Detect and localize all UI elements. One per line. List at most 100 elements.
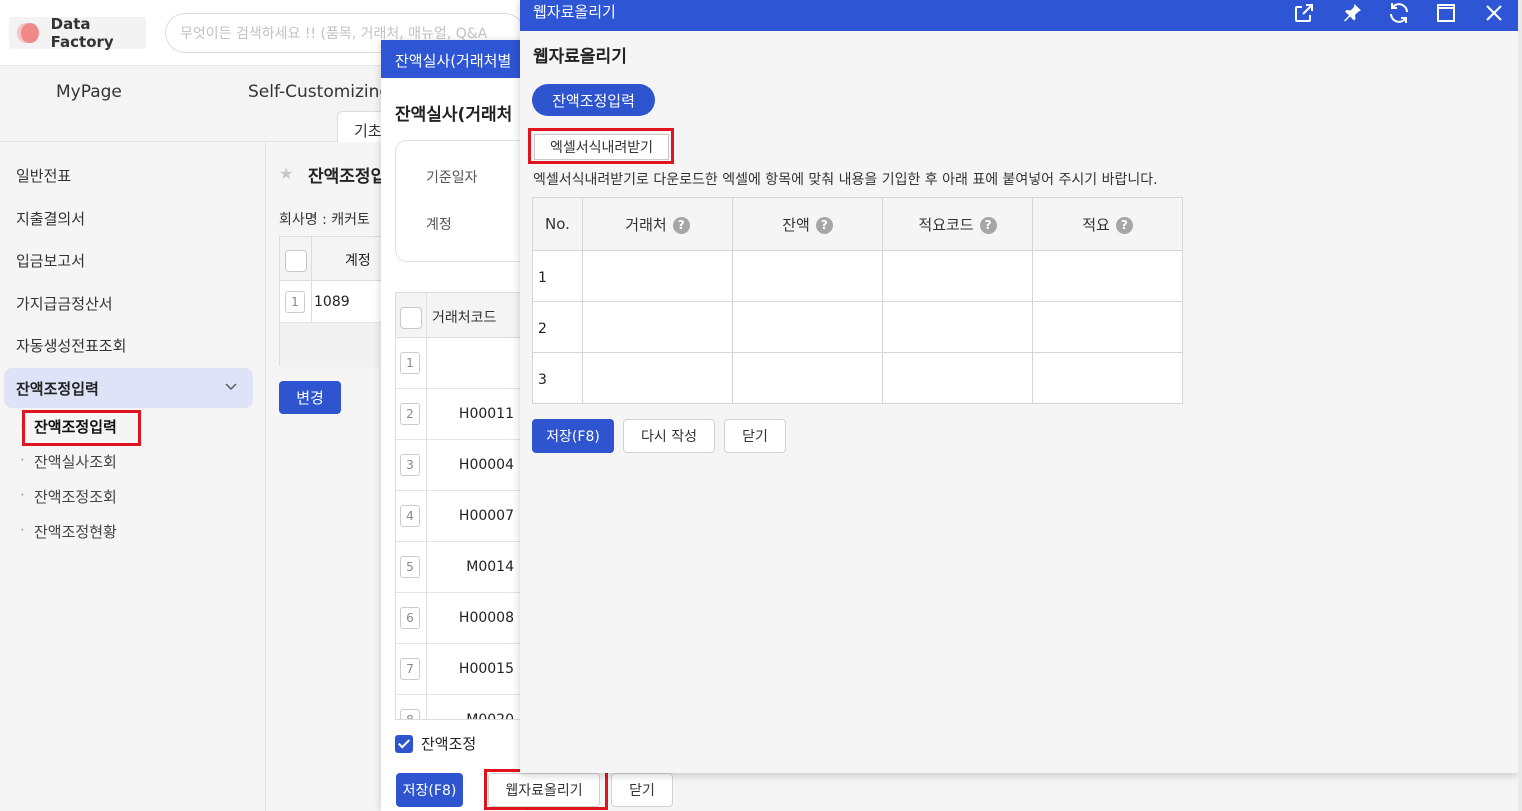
balance-cell[interactable] bbox=[732, 352, 883, 404]
account-code: 1089 bbox=[314, 294, 350, 310]
refresh-icon[interactable] bbox=[1387, 1, 1411, 25]
change-button[interactable]: 변경 bbox=[279, 381, 341, 414]
vendor-cell[interactable] bbox=[582, 250, 733, 302]
balance-adjust-checkbox[interactable] bbox=[395, 734, 413, 753]
table-row: 2 bbox=[532, 301, 1183, 353]
menu-item-mypage[interactable]: MyPage bbox=[56, 82, 122, 102]
help-icon[interactable]: ? bbox=[1115, 216, 1133, 234]
row-number: 4 bbox=[400, 505, 420, 527]
summary-cell[interactable] bbox=[1032, 352, 1183, 404]
row-number: 1 bbox=[400, 352, 420, 374]
popup-header: 웹자료올리기 bbox=[520, 0, 1518, 31]
row-number: 1 bbox=[532, 250, 583, 302]
vendor-grid: 거래처코드 1 2 H00011 3 H00004 4 H00007 5 M0014 6… bbox=[395, 292, 526, 720]
vendor-code: H00008 bbox=[458, 610, 514, 626]
favorite-star-icon[interactable]: ★ bbox=[279, 164, 293, 183]
sidebar-group-label: 잔액조정입력 bbox=[16, 380, 99, 398]
sidebar-sub-label: 잔액조정조회 bbox=[34, 488, 117, 506]
balance-cell[interactable] bbox=[732, 250, 883, 302]
vendor-code: M0014 bbox=[466, 559, 514, 575]
filter-label-date: 기준일자 bbox=[426, 170, 478, 186]
filter-label-account: 계정 bbox=[426, 217, 452, 233]
table-row[interactable]: 6 H00008 bbox=[396, 593, 525, 644]
row-number: 5 bbox=[400, 556, 420, 578]
row-number: 7 bbox=[400, 658, 420, 680]
table-row[interactable]: 8 M0020 bbox=[396, 695, 525, 719]
table-row: 3 bbox=[532, 352, 1183, 404]
close-icon[interactable] bbox=[1482, 1, 1506, 25]
filter-panel: 기준일자 계정 bbox=[395, 140, 535, 262]
balance-adjust-checkbox-label: 잔액조정 bbox=[421, 735, 477, 753]
select-all-checkbox[interactable] bbox=[285, 250, 307, 272]
sidebar-sub-balance-status[interactable]: 잔액조정현황 bbox=[20, 521, 117, 542]
close-button[interactable]: 닫기 bbox=[611, 773, 673, 807]
logo-text: Data Factory bbox=[50, 15, 114, 51]
table-row[interactable]: 3 H00004 bbox=[396, 440, 525, 491]
summary-code-cell[interactable] bbox=[882, 250, 1033, 302]
sidebar-sub-label: 잔액조정현황 bbox=[34, 523, 117, 541]
pin-icon[interactable] bbox=[1340, 1, 1364, 25]
app-logo[interactable]: Data Factory bbox=[9, 15, 146, 51]
popup-header-title: 웹자료올리기 bbox=[533, 3, 616, 21]
column-header-summary: 적요? bbox=[1032, 197, 1183, 251]
column-header-label: 거래처 bbox=[625, 215, 667, 234]
menu-item-self-customizing[interactable]: Self-Customizing bbox=[248, 82, 390, 102]
column-header-summary-code: 적요코드? bbox=[882, 197, 1033, 251]
popup-header: 잔액실사(거래처별 bbox=[381, 40, 526, 78]
table-row[interactable]: 5 M0014 bbox=[396, 542, 525, 593]
help-icon[interactable]: ? bbox=[815, 216, 833, 234]
sidebar-item-general-voucher[interactable]: 일반전표 bbox=[16, 165, 71, 186]
highlight-box-excel-button bbox=[528, 128, 674, 164]
popup-title: 잔액실사(거래처 bbox=[395, 105, 513, 125]
balance-check-popup: 잔액실사(거래처별 잔액실사(거래처 기준일자 계정 거래처코드 1 2 H000… bbox=[381, 40, 535, 811]
table-row[interactable]: 7 H00015 bbox=[396, 644, 525, 695]
select-all-checkbox[interactable] bbox=[400, 307, 422, 329]
summary-code-cell[interactable] bbox=[882, 301, 1033, 353]
sidebar-sub-balance-adjust-query[interactable]: 잔액조정조회 bbox=[20, 486, 117, 507]
vendor-code: H00004 bbox=[458, 457, 514, 473]
summary-cell[interactable] bbox=[1032, 301, 1183, 353]
sidebar-item-advance-settlement[interactable]: 가지급금정산서 bbox=[16, 293, 113, 314]
close-button[interactable]: 닫기 bbox=[724, 419, 786, 453]
sidebar-item-deposit-report[interactable]: 입금보고서 bbox=[16, 250, 85, 271]
row-number: 2 bbox=[400, 403, 420, 425]
sidebar-item-expense-report[interactable]: 지출결의서 bbox=[16, 208, 85, 229]
summary-cell[interactable] bbox=[1032, 250, 1183, 302]
chevron-down-icon bbox=[225, 383, 237, 390]
column-header-balance: 잔액? bbox=[732, 197, 883, 251]
upload-data-table: No. 거래처? 잔액? 적요코드? 적요? 1 2 3 bbox=[532, 197, 1183, 404]
table-row[interactable]: 4 H00007 bbox=[396, 491, 525, 542]
sidebar-sub-label: 잔액실사조회 bbox=[34, 453, 117, 471]
maximize-icon[interactable] bbox=[1434, 1, 1458, 25]
vendor-cell[interactable] bbox=[582, 352, 733, 404]
vendor-code: H00011 bbox=[458, 406, 514, 422]
rewrite-button[interactable]: 다시 작성 bbox=[623, 419, 715, 453]
row-number: 3 bbox=[400, 454, 420, 476]
save-button[interactable]: 저장(F8) bbox=[532, 419, 614, 453]
vendor-code: H00007 bbox=[458, 508, 514, 524]
balance-adjust-checkbox-row[interactable]: 잔액조정 bbox=[395, 733, 476, 754]
vendor-cell[interactable] bbox=[582, 301, 733, 353]
highlight-box-sidebar bbox=[22, 410, 141, 446]
vendor-code-column-header: 거래처코드 bbox=[432, 310, 497, 326]
balance-adjust-tab-pill[interactable]: 잔액조정입력 bbox=[532, 84, 655, 116]
help-icon[interactable]: ? bbox=[672, 216, 690, 234]
sidebar-item-auto-voucher[interactable]: 자동생성전표조회 bbox=[16, 335, 126, 356]
table-header-row: No. 거래처? 잔액? 적요코드? 적요? bbox=[532, 197, 1183, 251]
row-number: 2 bbox=[532, 301, 583, 353]
external-link-icon[interactable] bbox=[1292, 1, 1316, 25]
table-row[interactable]: 1 bbox=[396, 338, 525, 389]
column-header-label: 잔액 bbox=[782, 215, 810, 234]
sidebar-group-balance-adjust[interactable]: 잔액조정입력 bbox=[4, 368, 253, 408]
table-row[interactable]: 2 H00011 bbox=[396, 389, 525, 440]
column-header-label: 적요 bbox=[1082, 215, 1110, 234]
table-row: 1 bbox=[532, 250, 1183, 302]
help-icon[interactable]: ? bbox=[979, 216, 997, 234]
sidebar-sub-balance-check[interactable]: 잔액실사조회 bbox=[20, 451, 117, 472]
save-button[interactable]: 저장(F8) bbox=[396, 773, 463, 807]
page-title: 잔액조정입 bbox=[308, 167, 387, 187]
account-column-header: 계정 bbox=[345, 253, 371, 269]
balance-cell[interactable] bbox=[732, 301, 883, 353]
window-scrollbar[interactable] bbox=[1518, 0, 1522, 811]
summary-code-cell[interactable] bbox=[882, 352, 1033, 404]
